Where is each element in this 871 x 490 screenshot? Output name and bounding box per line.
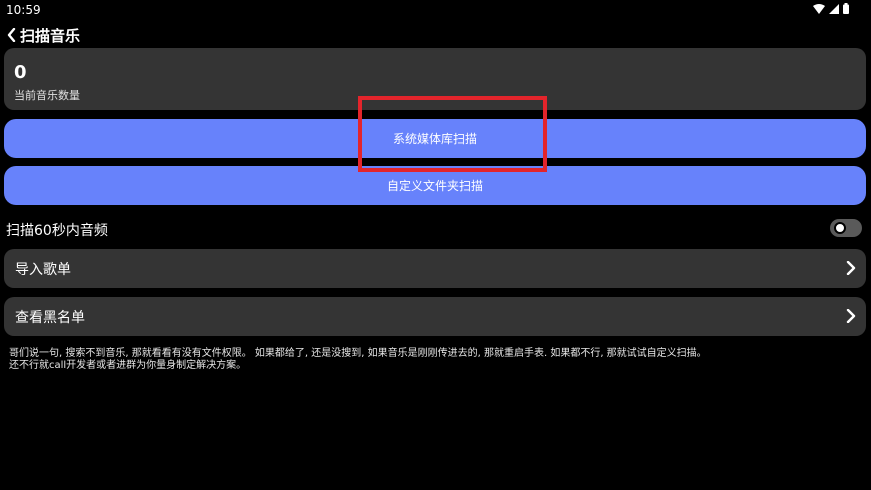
custom-folder-scan-button[interactable]: 自定义文件夹扫描 xyxy=(4,166,866,205)
status-time: 10:59 xyxy=(6,3,41,17)
scan-short-audio-label: 扫描60秒内音频 xyxy=(6,223,108,239)
custom-folder-scan-label: 自定义文件夹扫描 xyxy=(386,179,483,193)
import-playlist-label: 导入歌单 xyxy=(15,262,71,278)
back-button[interactable] xyxy=(4,25,18,45)
help-note-line-1: 哥们说一句, 搜索不到音乐, 那就看看有没有文件权限。 如果都给了, 还是没搜到… xyxy=(9,348,707,359)
help-note: 哥们说一句, 搜索不到音乐, 那就看看有没有文件权限。 如果都给了, 还是没搜到… xyxy=(9,348,859,372)
status-icons xyxy=(813,3,849,14)
scan-short-audio-toggle[interactable] xyxy=(830,219,862,237)
music-count-label: 当前音乐数量 xyxy=(14,89,80,102)
import-playlist-item[interactable]: 导入歌单 xyxy=(4,249,866,288)
toggle-knob xyxy=(834,222,846,234)
battery-icon xyxy=(843,3,849,14)
cell-signal-icon xyxy=(829,3,839,14)
view-blacklist-label: 查看黑名单 xyxy=(15,310,85,326)
system-media-scan-button[interactable]: 系统媒体库扫描 xyxy=(4,119,866,158)
scan-short-audio-row: 扫描60秒内音频 xyxy=(6,218,862,240)
system-media-scan-label: 系统媒体库扫描 xyxy=(392,132,477,146)
chevron-right-icon xyxy=(846,309,856,323)
view-blacklist-item[interactable]: 查看黑名单 xyxy=(4,297,866,336)
chevron-right-icon xyxy=(846,261,856,275)
title-bar: 扫描音乐 xyxy=(4,24,80,46)
chevron-left-icon xyxy=(7,28,15,42)
wifi-icon xyxy=(813,3,825,14)
help-note-line-2: 还不行就call开发者或者进群为你量身制定解决方案。 xyxy=(9,360,247,371)
page-title: 扫描音乐 xyxy=(20,26,81,45)
music-count-card: 0 当前音乐数量 xyxy=(4,48,866,110)
music-count-value: 0 xyxy=(14,62,27,83)
status-bar: 10:59 xyxy=(0,0,871,20)
